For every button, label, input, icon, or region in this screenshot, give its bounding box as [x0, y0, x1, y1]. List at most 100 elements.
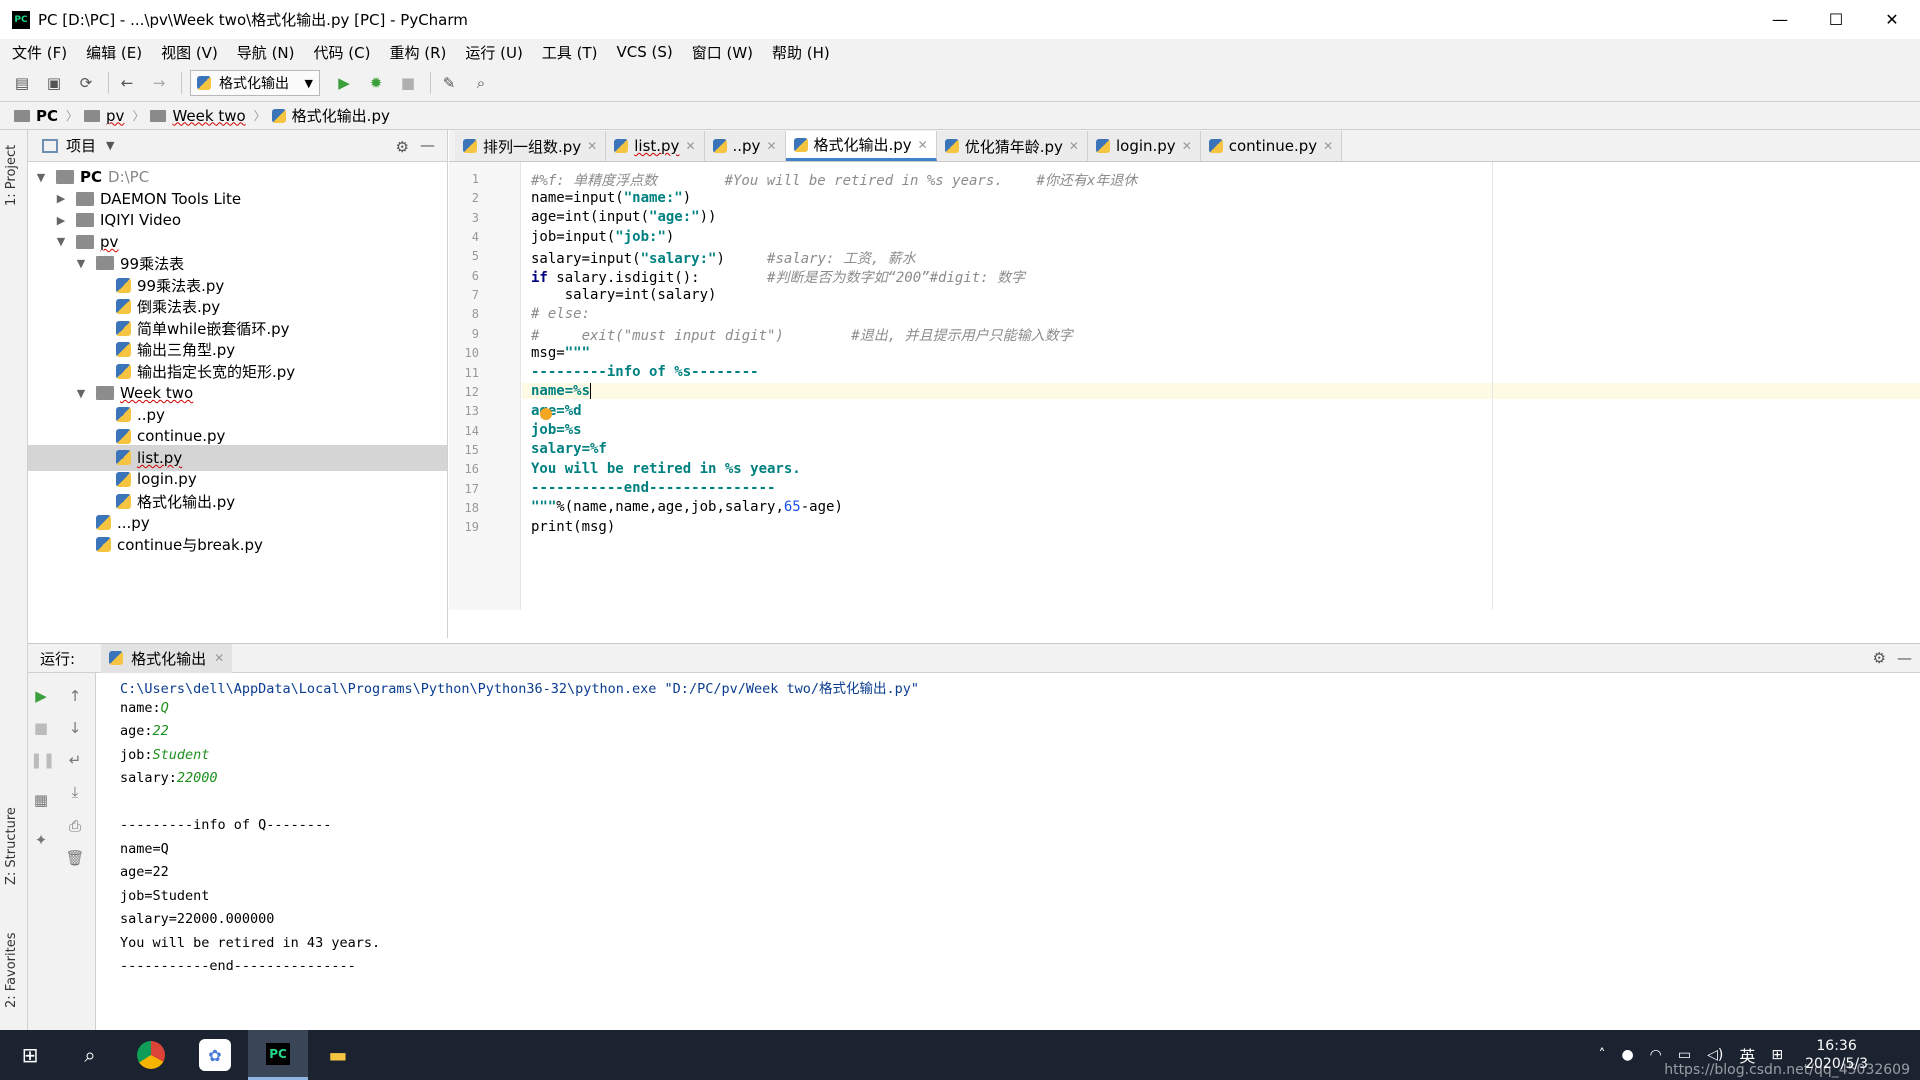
breadcrumb-item-week-two[interactable]: Week two: [150, 107, 246, 125]
editor-tab[interactable]: ..py ✕: [704, 131, 786, 161]
rerun-icon[interactable]: ▶: [30, 687, 52, 705]
close-icon[interactable]: ✕: [918, 138, 928, 152]
code-editor[interactable]: #%f: 单精度浮点数 #You will be retired in %s y…: [522, 162, 1920, 610]
menu-window[interactable]: 窗口 (W): [692, 42, 753, 63]
python-file-icon: [197, 76, 211, 90]
structure-tool-tab[interactable]: Z: Structure: [4, 807, 19, 885]
windows-start-icon[interactable]: ⊞: [14, 1039, 46, 1071]
console-line: name:Q: [120, 700, 169, 716]
menu-bar: 文件 (F) 编辑 (E) 视图 (V) 导航 (N) 代码 (C) 重构 (R…: [0, 39, 1920, 65]
pycharm-taskbar-icon[interactable]: PC: [248, 1030, 308, 1080]
editor-tabs: 排列一组数.py ✕ list.py ✕ ..py ✕ 格式化输出.py ✕ 优化猜年龄.py ✕…: [449, 130, 1920, 162]
project-tool-tab[interactable]: 1: Project: [4, 145, 19, 206]
pause-icon[interactable]: ❚❚: [30, 751, 55, 769]
favorites-tool-tab[interactable]: 2: Favorites: [4, 932, 19, 1008]
close-icon[interactable]: ✕: [214, 651, 224, 665]
stop-icon[interactable]: ■: [30, 719, 52, 737]
windows-taskbar: ⊞ ⌕ ✿ PC ▬ ˄ ● ◠ ▭ ◁) 英 ⊞ 16:36 2020/5/3…: [0, 1030, 1920, 1080]
editor-tab[interactable]: continue.py ✕: [1200, 131, 1343, 161]
save-icon[interactable]: ▣: [44, 73, 64, 93]
breadcrumb-item-file[interactable]: 格式化输出.py: [271, 105, 390, 126]
folder-icon: [14, 109, 30, 122]
tree-file[interactable]: continue与break.py: [28, 531, 447, 557]
minimize-icon[interactable]: —: [1752, 0, 1808, 39]
chevron-down-icon[interactable]: ▼: [74, 257, 88, 270]
close-icon[interactable]: ✕: [587, 139, 597, 153]
chevron-right-icon[interactable]: ▶: [54, 214, 68, 227]
chevron-right-icon[interactable]: ▶: [54, 192, 68, 205]
title-bar: PC PC [D:\PC] - ...\pv\Week two\格式化输出.py…: [0, 0, 1920, 39]
search-icon[interactable]: ⌕: [74, 1039, 106, 1071]
menu-vcs[interactable]: VCS (S): [616, 43, 672, 61]
qq-icon[interactable]: ●: [1621, 1047, 1633, 1063]
menu-help[interactable]: 帮助 (H): [772, 42, 830, 63]
close-icon[interactable]: ✕: [1864, 0, 1920, 39]
run-tab-label: 格式化输出: [131, 649, 207, 668]
stop-icon[interactable]: ■: [398, 73, 418, 93]
run-icon[interactable]: ▶: [334, 73, 354, 93]
editor-tab[interactable]: 格式化输出.py ✕: [785, 131, 937, 161]
scroll-down-icon[interactable]: ↓: [64, 719, 86, 737]
forward-icon[interactable]: →: [149, 73, 169, 93]
run-tab[interactable]: 格式化输出 ✕: [101, 643, 233, 673]
chevron-up-icon[interactable]: ˄: [1598, 1047, 1605, 1063]
gear-icon[interactable]: ⚙: [396, 138, 409, 156]
gear-icon[interactable]: ⚙: [1873, 649, 1886, 667]
line-number: 1: [471, 172, 479, 186]
menu-refactor[interactable]: 重构 (R): [389, 42, 446, 63]
layout-icon[interactable]: ▦: [30, 791, 52, 809]
chevron-down-icon[interactable]: ▼: [34, 171, 48, 184]
back-icon[interactable]: ←: [117, 73, 137, 93]
minimize-panel-icon[interactable]: —: [1897, 649, 1912, 667]
breadcrumb-item-pc[interactable]: PC: [14, 107, 58, 125]
editor-tab[interactable]: list.py ✕: [606, 131, 705, 161]
chevron-down-icon[interactable]: ▼: [54, 235, 68, 248]
menu-file[interactable]: 文件 (F): [12, 42, 67, 63]
ime-mode-icon[interactable]: ⊞: [1771, 1047, 1783, 1063]
scroll-to-end-icon[interactable]: ⤓: [64, 783, 86, 801]
pin-icon[interactable]: ✦: [30, 831, 52, 849]
close-icon[interactable]: ✕: [1323, 139, 1333, 153]
menu-code[interactable]: 代码 (C): [314, 42, 371, 63]
close-icon[interactable]: ✕: [1182, 139, 1192, 153]
minimize-panel-icon[interactable]: —: [420, 136, 435, 154]
baidu-netdisk-icon[interactable]: ✿: [199, 1039, 231, 1071]
lightbulb-icon[interactable]: [540, 408, 552, 420]
chrome-icon[interactable]: [137, 1041, 165, 1069]
trash-icon[interactable]: 🗑: [64, 849, 86, 867]
editor-tab[interactable]: login.py ✕: [1087, 131, 1201, 161]
breadcrumb-label: PC: [36, 106, 59, 125]
line-number: 18: [464, 500, 479, 515]
chevron-down-icon[interactable]: ▼: [106, 139, 114, 152]
debug-icon[interactable]: ✹: [366, 73, 386, 93]
menu-edit[interactable]: 编辑 (E): [86, 42, 142, 63]
scroll-up-icon[interactable]: ↑: [64, 687, 86, 705]
menu-tools[interactable]: 工具 (T): [542, 42, 598, 63]
close-icon[interactable]: ✕: [766, 139, 776, 153]
close-icon[interactable]: ✕: [685, 139, 695, 153]
open-folder-icon[interactable]: ▤: [12, 73, 32, 93]
search-icon[interactable]: ⌕: [471, 73, 491, 93]
wrench-icon[interactable]: ✎: [439, 73, 459, 93]
battery-icon[interactable]: ▭: [1678, 1047, 1691, 1063]
project-panel-title[interactable]: 项目: [66, 135, 96, 156]
editor-tab[interactable]: 优化猜年龄.py ✕: [936, 131, 1088, 161]
volume-icon[interactable]: ◁): [1707, 1047, 1723, 1063]
menu-navigate[interactable]: 导航 (N): [237, 42, 295, 63]
chevron-down-icon[interactable]: ▼: [74, 387, 88, 400]
sync-icon[interactable]: ⟳: [76, 73, 96, 93]
menu-view[interactable]: 视图 (V): [161, 42, 218, 63]
breadcrumb-item-pv[interactable]: pv: [84, 107, 124, 125]
run-configuration-select[interactable]: 格式化输出 ▼: [190, 70, 320, 96]
maximize-icon[interactable]: ☐: [1808, 0, 1864, 39]
file-explorer-icon[interactable]: ▬: [322, 1039, 354, 1071]
print-icon[interactable]: ⎙: [64, 817, 86, 835]
menu-run[interactable]: 运行 (U): [465, 42, 522, 63]
run-console[interactable]: C:\Users\dell\AppData\Local\Programs\Pyt…: [106, 673, 1910, 1030]
close-icon[interactable]: ✕: [1069, 139, 1079, 153]
editor-tab[interactable]: 排列一组数.py ✕: [455, 131, 607, 161]
soft-wrap-icon[interactable]: ↵: [64, 751, 86, 769]
wifi-icon[interactable]: ◠: [1650, 1047, 1662, 1063]
tree-item-label: 99乘法表: [120, 254, 185, 273]
toolbar-separator: [430, 72, 431, 94]
